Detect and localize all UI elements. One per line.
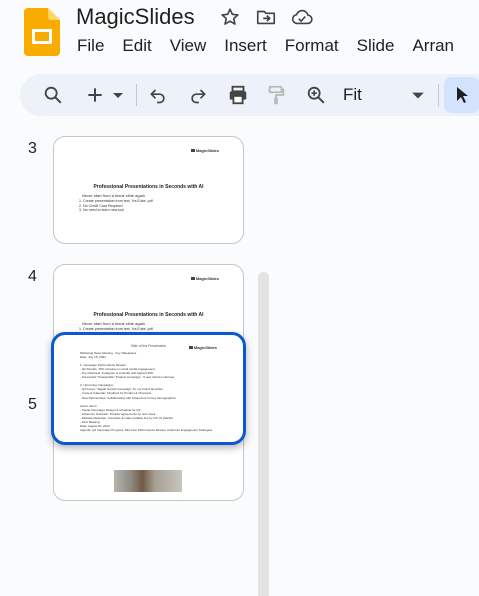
menu-file[interactable]: File bbox=[68, 34, 113, 58]
zoom-dropdown-icon[interactable] bbox=[406, 83, 430, 107]
toolbar-divider bbox=[136, 84, 137, 106]
add-icon[interactable] bbox=[83, 83, 107, 107]
dropdown-arrow-icon[interactable] bbox=[110, 83, 126, 107]
menu-insert[interactable]: Insert bbox=[215, 34, 276, 58]
search-icon[interactable] bbox=[41, 83, 65, 107]
slide-title: Professional Presentations in Seconds wi… bbox=[93, 312, 204, 318]
menu-bar: File Edit View Insert Format Slide Arran bbox=[68, 34, 463, 58]
select-tool-button[interactable] bbox=[444, 77, 479, 113]
title-actions bbox=[218, 5, 314, 29]
menu-arrange[interactable]: Arran bbox=[403, 34, 463, 58]
slide-thumbnail-3[interactable]: MagicSlides Professional Presentations i… bbox=[53, 136, 244, 244]
menu-edit[interactable]: Edit bbox=[113, 34, 160, 58]
slide-number-3: 3 bbox=[28, 140, 37, 157]
zoom-icon[interactable] bbox=[304, 83, 328, 107]
zoom-value[interactable]: Fit bbox=[343, 85, 362, 105]
slide-body: Marketing Team Meeting - Key Takeaways D… bbox=[80, 351, 212, 432]
slide-number-4: 4 bbox=[28, 268, 37, 285]
slide-logo: MagicSlides bbox=[191, 276, 219, 281]
slide-subtitle: Never start from a blank slide again bbox=[82, 321, 145, 326]
star-icon[interactable] bbox=[218, 5, 242, 29]
body-line: Agenda: Q3 Campaign Progress, Mid-Year P… bbox=[80, 427, 213, 432]
slide-subtitle: Never start from a blank slide again bbox=[82, 193, 145, 198]
app-logo-icon[interactable] bbox=[24, 8, 60, 56]
filmstrip-scrollbar[interactable] bbox=[258, 272, 269, 596]
paint-format-icon[interactable] bbox=[264, 83, 288, 107]
slide-photo bbox=[114, 470, 182, 492]
menu-view[interactable]: View bbox=[161, 34, 216, 58]
list-item: 3. No need to learn new tool bbox=[79, 208, 124, 213]
toolbar-divider bbox=[438, 84, 439, 106]
dragged-slide-thumbnail[interactable]: MagicSlides Slide of this Presentation M… bbox=[51, 332, 246, 445]
menu-slide[interactable]: Slide bbox=[348, 34, 404, 58]
list-item: 1. Create presentation from text, YouTub… bbox=[79, 199, 153, 203]
slide-title: Professional Presentations in Seconds wi… bbox=[93, 184, 204, 190]
menu-format[interactable]: Format bbox=[276, 34, 348, 58]
move-to-folder-icon[interactable] bbox=[254, 5, 278, 29]
cloud-status-icon[interactable] bbox=[290, 5, 314, 29]
list-item: 1. Create presentation from text, YouTub… bbox=[79, 327, 153, 331]
toolbar: Fit bbox=[20, 74, 479, 116]
select-cursor-icon bbox=[457, 87, 468, 103]
slide-logo: MagicSlides bbox=[191, 148, 219, 153]
redo-icon[interactable] bbox=[186, 83, 210, 107]
slide-number-5: 5 bbox=[28, 396, 37, 413]
undo-icon[interactable] bbox=[146, 83, 170, 107]
slide-list: 1. Create presentation from text, YouTub… bbox=[79, 199, 153, 213]
document-title[interactable]: MagicSlides bbox=[76, 4, 195, 30]
slides-app: MagicSlides File Edit View Insert Format… bbox=[0, 0, 479, 596]
print-icon[interactable] bbox=[226, 83, 250, 107]
slide-title: Slide of this Presentation bbox=[130, 344, 167, 348]
slide-list: 1. Create presentation from text, YouTub… bbox=[79, 327, 153, 332]
